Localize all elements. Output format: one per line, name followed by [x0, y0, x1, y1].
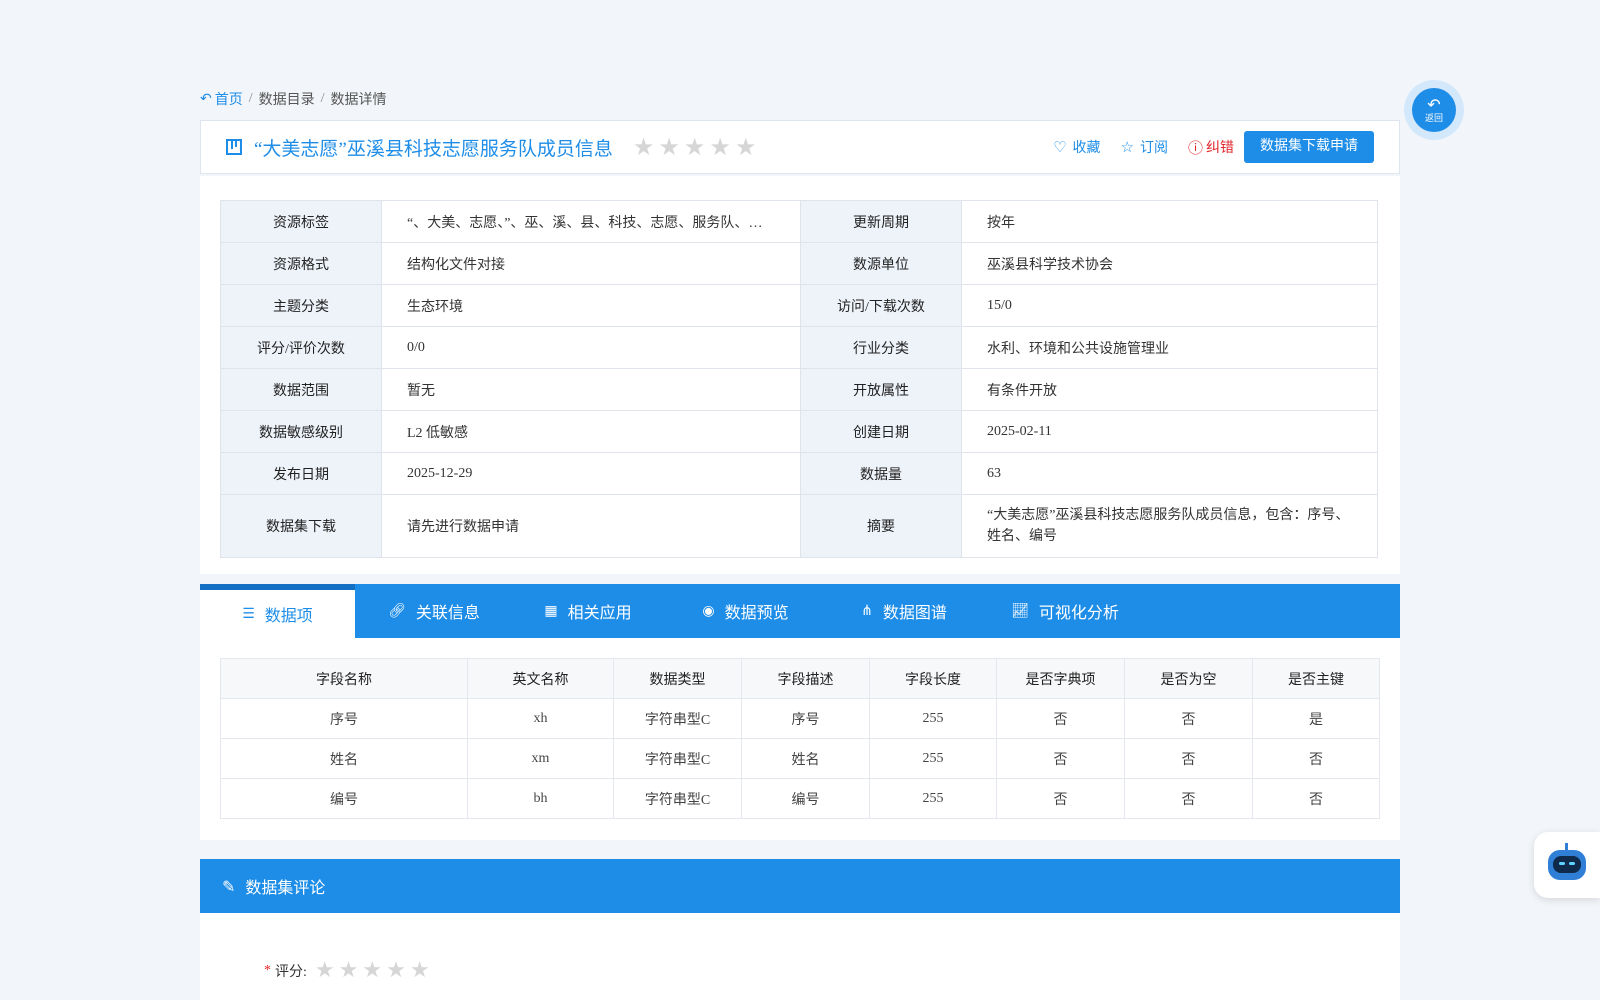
summary-text: “大美志愿”巫溪县科技志愿服务队成员信息，包含：序号、姓名、编号: [961, 494, 1378, 558]
table-row: 序号 xh 字符串型C 序号 255 否 否 是: [220, 698, 1380, 739]
tab-data-items[interactable]: ☰ 数据项: [200, 584, 355, 638]
star-icon[interactable]: ★: [339, 960, 359, 982]
favorite-button[interactable]: ♡ 收藏: [1053, 137, 1100, 157]
robot-icon: [1548, 843, 1586, 880]
breadcrumb-item-detail: 数据详情: [330, 93, 387, 108]
star-icon: ★: [632, 133, 655, 161]
star-icon[interactable]: ★: [362, 960, 382, 982]
table-header-row: 字段名称 英文名称 数据类型 字段描述 字段长度 是否字典项 是否为空 是否主键: [220, 658, 1380, 699]
back-arrow-icon: ↶: [1427, 95, 1441, 114]
report-error-button[interactable]: ⓘ 纠错: [1188, 137, 1234, 158]
metadata-row: 主题分类 生态环境 访问/下载次数 15/0: [220, 284, 1378, 327]
tab-visual-analysis[interactable]: 📈︎ 可视化分析: [980, 584, 1150, 638]
breadcrumb-home[interactable]: ↶ 首页: [200, 89, 243, 109]
download-apply-button[interactable]: 数据集下载申请: [1244, 131, 1374, 163]
metadata-row: 资源格式 结构化文件对接 数源单位 巫溪县科学技术协会: [220, 242, 1378, 285]
star-outline-icon: ☆: [1120, 138, 1134, 156]
table-row: 姓名 xm 字符串型C 姓名 255 否 否 否: [220, 738, 1380, 779]
metadata-row: 数据范围 暂无 开放属性 有条件开放: [220, 368, 1378, 411]
metadata-row: 数据集下载 请先进行数据申请 摘要 “大美志愿”巫溪县科技志愿服务队成员信息，包…: [220, 494, 1378, 558]
graph-icon: ⋔: [861, 603, 873, 619]
list-icon: ☰: [242, 606, 255, 622]
fields-table: 字段名称 英文名称 数据类型 字段描述 字段长度 是否字典项 是否为空 是否主键…: [220, 658, 1380, 819]
line-chart-icon: 📈︎: [1011, 603, 1029, 619]
star-icon[interactable]: ★: [315, 960, 335, 982]
metadata-panel: 资源标签 “、大美、志愿、”、巫、溪、县、科技、志愿、服务队、成员、信息 更新周…: [200, 176, 1400, 574]
breadcrumb-item-catalog[interactable]: 数据目录: [259, 89, 315, 109]
grid-icon: ▦: [544, 603, 558, 619]
dataset-icon: [226, 139, 242, 155]
subscribe-button[interactable]: ☆ 订阅: [1121, 137, 1168, 157]
link-icon: 🔗︎: [388, 603, 406, 619]
page-title: “大美志愿”巫溪县科技志愿服务队成员信息: [254, 138, 613, 160]
heart-icon: ♡: [1053, 138, 1067, 156]
eye-icon: ◉: [702, 603, 715, 619]
star-icon[interactable]: ★: [410, 960, 430, 982]
return-arrow-icon: ↶: [200, 91, 212, 107]
tab-data-preview[interactable]: ◉ 数据预览: [663, 584, 828, 638]
rating-field: * 评分: ★ ★ ★ ★ ★: [264, 958, 430, 983]
star-icon: ★: [683, 133, 706, 161]
metadata-row: 资源标签 “、大美、志愿、”、巫、溪、县、科技、志愿、服务队、成员、信息 更新周…: [220, 200, 1378, 243]
metadata-row: 数据敏感级别 L2 低敏感 创建日期 2025-02-11: [220, 410, 1378, 453]
rating-stars-input: ★ ★ ★ ★ ★: [315, 960, 430, 982]
tab-related-apps[interactable]: ▦ 相关应用: [513, 584, 663, 638]
assistant-robot-button[interactable]: [1534, 832, 1600, 898]
comments-panel: * 评分: ★ ★ ★ ★ ★: [200, 913, 1400, 1000]
star-icon: ★: [709, 133, 731, 161]
data-items-panel: 字段名称 英文名称 数据类型 字段描述 字段长度 是否字典项 是否为空 是否主键…: [200, 638, 1400, 840]
metadata-table: 资源标签 “、大美、志愿、”、巫、溪、县、科技、志愿、服务队、成员、信息 更新周…: [220, 200, 1378, 558]
breadcrumb: ↶ 首页 / 数据目录 / 数据详情: [200, 89, 387, 109]
download-hint: 请先进行数据申请: [381, 494, 801, 558]
tab-data-graph[interactable]: ⋔ 数据图谱: [828, 584, 980, 638]
dataset-title-bar: “大美志愿”巫溪县科技志愿服务队成员信息 ★ ★ ★ ★ ★ ♡ 收藏 ☆ 订阅…: [200, 120, 1400, 174]
alert-circle-icon: ⓘ: [1187, 138, 1203, 157]
comments-header: ✎ 数据集评论: [200, 859, 1400, 913]
star-icon: ★: [734, 133, 757, 161]
metadata-row: 评分/评价次数 0/0 行业分类 水利、环境和公共设施管理业: [220, 326, 1378, 369]
back-button[interactable]: ↶ 返回: [1404, 80, 1464, 140]
star-icon: ★: [658, 133, 680, 161]
rating-label: 评分:: [275, 965, 307, 980]
title-rating-stars: ★ ★ ★ ★ ★: [633, 135, 757, 159]
detail-tabs: ☰ 数据项 🔗︎ 关联信息 ▦ 相关应用 ◉ 数据预览 ⋔ 数据图谱 📈︎ 可视…: [200, 584, 1400, 638]
edit-icon: ✎: [222, 876, 236, 896]
table-row: 编号 bh 字符串型C 编号 255 否 否 否: [220, 778, 1380, 819]
star-icon[interactable]: ★: [386, 960, 406, 982]
tab-related-info[interactable]: 🔗︎ 关联信息: [355, 584, 513, 638]
metadata-row: 发布日期 2025-12-29 数据量 63: [220, 452, 1378, 495]
